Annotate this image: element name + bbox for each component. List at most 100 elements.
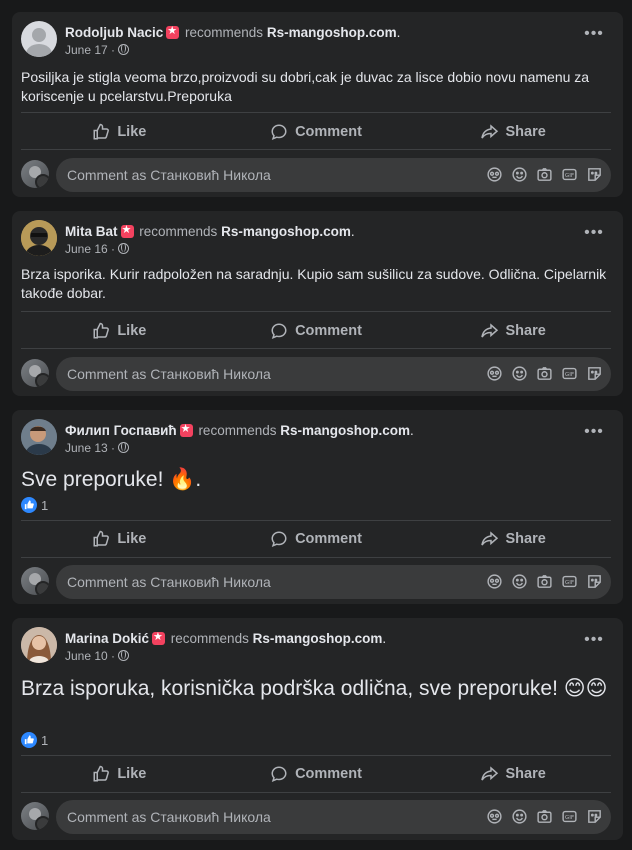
sticker-icon[interactable] [586,365,603,382]
share-icon [480,531,498,546]
sticker-icon[interactable] [586,573,603,590]
author-name[interactable]: Филип Госпавић [65,423,177,438]
comment-placeholder: Comment as Станковић Никола [67,366,271,382]
review-post: Marina Dokić recommends Rs-mangoshop.com… [12,618,623,840]
svg-text:GIF: GIF [565,580,574,586]
comment-label: Comment [295,766,362,782]
like-count: 1 [41,733,49,748]
camera-icon[interactable] [536,166,553,183]
like-label: Like [117,124,147,140]
divider [21,792,611,793]
comment-button[interactable]: Comment [218,114,415,150]
divider [21,149,611,150]
share-button[interactable]: Share [414,114,611,150]
author-name[interactable]: Marina Dokić [65,631,149,646]
emoji-icon[interactable] [511,166,528,183]
emoji-icon[interactable] [511,808,528,825]
gif-icon[interactable]: GIF [561,808,578,825]
avatar[interactable] [21,160,49,188]
like-button[interactable]: Like [21,756,218,792]
post-title-line: Филип Госпавић recommends Rs-mangoshop.c… [65,422,414,438]
share-icon [480,323,498,338]
comment-input[interactable]: Comment as Станковић Никола GIF [56,800,611,834]
comment-button[interactable]: Comment [218,313,415,349]
share-label: Share [505,323,546,339]
avatar-sticker-icon[interactable] [486,573,503,590]
gif-icon[interactable]: GIF [561,166,578,183]
globe-icon [118,44,130,55]
page-name[interactable]: Rs-mangoshop.com [221,224,351,239]
date-text[interactable]: June 17 [65,43,108,57]
divider [21,112,611,113]
post-text: Posiljka je stigla veoma brzo,proizvodi … [21,69,590,104]
comment-input[interactable]: Comment as Станковић Никола GIF [56,565,611,599]
share-button[interactable]: Share [414,521,611,557]
more-icon[interactable]: ••• [582,26,606,47]
comment-input[interactable]: Comment as Станковић Никола GIF [56,357,611,391]
page-name[interactable]: Rs-mangoshop.com [280,423,410,438]
gif-icon[interactable]: GIF [561,365,578,382]
like-button[interactable]: Like [21,114,218,150]
author-name[interactable]: Mita Bat [65,224,118,239]
avatar[interactable] [21,359,49,387]
more-icon[interactable]: ••• [582,424,606,445]
share-button[interactable]: Share [414,756,611,792]
gif-icon[interactable]: GIF [561,573,578,590]
date-text[interactable]: June 13 [65,441,108,455]
recommend-icon [179,422,193,437]
sticker-icon[interactable] [586,808,603,825]
date-text[interactable]: June 16 [65,242,108,256]
review-post: Филип Госпавић recommends Rs-mangoshop.c… [12,410,623,604]
share-button[interactable]: Share [414,313,611,349]
avatar-sticker-icon[interactable] [486,166,503,183]
avatar[interactable] [21,802,49,830]
avatar-sticker-icon[interactable] [486,808,503,825]
avatar[interactable] [21,627,57,663]
reactions-summary[interactable]: 1 [21,732,48,752]
comment-composer: Comment as Станковић Никола GIF [21,800,611,834]
post-actions: Like Comment Share [21,114,611,150]
avatar[interactable] [21,419,57,455]
post-text: Sve preporuke! 🔥. [21,468,202,491]
reviews-feed: Rodoljub Nacic recommends Rs-mangoshop.c… [0,0,632,850]
composer-icons: GIF [486,365,603,382]
like-icon [93,530,110,547]
more-icon[interactable]: ••• [582,225,606,246]
page-name[interactable]: Rs-mangoshop.com [253,631,383,646]
avatar[interactable] [21,21,57,57]
comment-button[interactable]: Comment [218,521,415,557]
comment-composer: Comment as Станковић Никола GIF [21,565,611,599]
post-header: Филип Госпавић recommends Rs-mangoshop.c… [21,419,614,459]
comment-input[interactable]: Comment as Станковић Никола GIF [56,158,611,192]
emoji-icon[interactable] [511,365,528,382]
avatar[interactable] [21,220,57,256]
post-text: Brza isporika. Kurir radpoložen na sarad… [21,266,607,301]
comment-icon [271,323,287,340]
reactions-summary[interactable]: 1 [21,497,48,517]
avatar-sticker-icon[interactable] [486,365,503,382]
emoji-icon[interactable] [511,573,528,590]
camera-icon[interactable] [536,808,553,825]
comment-placeholder: Comment as Станковић Никола [67,809,271,825]
share-label: Share [505,124,546,140]
share-label: Share [505,531,546,547]
like-reaction-icon [21,497,37,513]
comment-button[interactable]: Comment [218,756,415,792]
globe-icon [118,243,130,254]
camera-icon[interactable] [536,365,553,382]
page-name[interactable]: Rs-mangoshop.com [267,25,397,40]
comment-composer: Comment as Станковић Никола GIF [21,158,611,192]
author-name[interactable]: Rodoljub Nacic [65,25,163,40]
post-header: Rodoljub Nacic recommends Rs-mangoshop.c… [21,21,614,61]
post-date: June 13 · [65,441,130,455]
post-actions: Like Comment Share [21,313,611,349]
like-button[interactable]: Like [21,313,218,349]
like-button[interactable]: Like [21,521,218,557]
sticker-icon[interactable] [586,166,603,183]
camera-icon[interactable] [536,573,553,590]
avatar[interactable] [21,567,49,595]
svg-text:GIF: GIF [565,173,574,179]
date-text[interactable]: June 10 [65,649,108,663]
like-count: 1 [41,498,49,513]
more-icon[interactable]: ••• [582,632,606,653]
